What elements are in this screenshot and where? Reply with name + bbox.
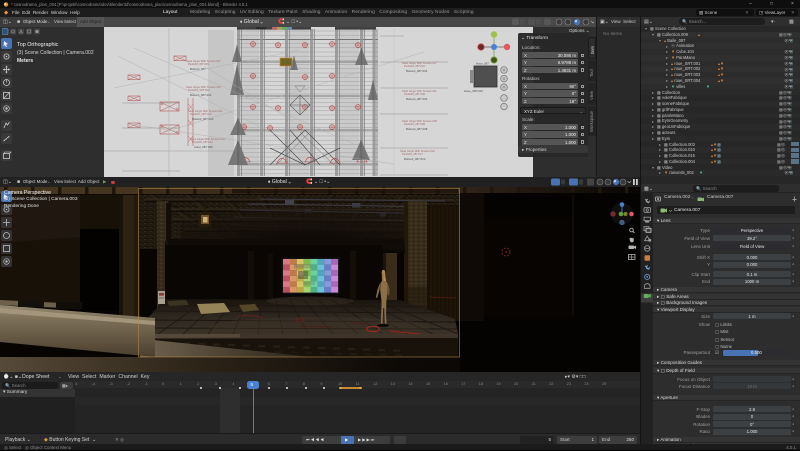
svg-text:Pieds06_SRT.004: Pieds06_SRT.004: [188, 88, 210, 92]
svg-text:Bottard_087.002: Bottard_087.002: [190, 93, 212, 97]
svg-text:Pieds06_087.004: Pieds06_087.004: [188, 62, 209, 66]
svg-text:Bottard_087.004: Bottard_087.004: [406, 69, 428, 73]
svg-text:Pieds06_087.017: Pieds06_087.017: [402, 152, 423, 156]
svg-text:Houe_SRT.016: Houe_SRT.016: [464, 89, 483, 93]
svg-text:Pieds06_087.004: Pieds06_087.004: [404, 64, 425, 68]
svg-text:Autel_087.009: Autel_087.009: [194, 145, 213, 149]
svg-text:Bottard_087.008: Bottard_087.008: [406, 127, 428, 131]
svg-text:Bottard_087.010: Bottard_087.010: [404, 157, 426, 161]
svg-text:Pieds06_SRT.012: Pieds06_SRT.012: [190, 112, 212, 116]
svg-text:Bottard_087.006: Bottard_087.006: [406, 97, 428, 101]
svg-text:Pieds06_087.008: Pieds06_087.008: [404, 122, 425, 126]
svg-text:Pieds06_087.013: Pieds06_087.013: [192, 140, 213, 144]
svg-text:Pieds06_087.006: Pieds06_087.006: [404, 92, 425, 96]
